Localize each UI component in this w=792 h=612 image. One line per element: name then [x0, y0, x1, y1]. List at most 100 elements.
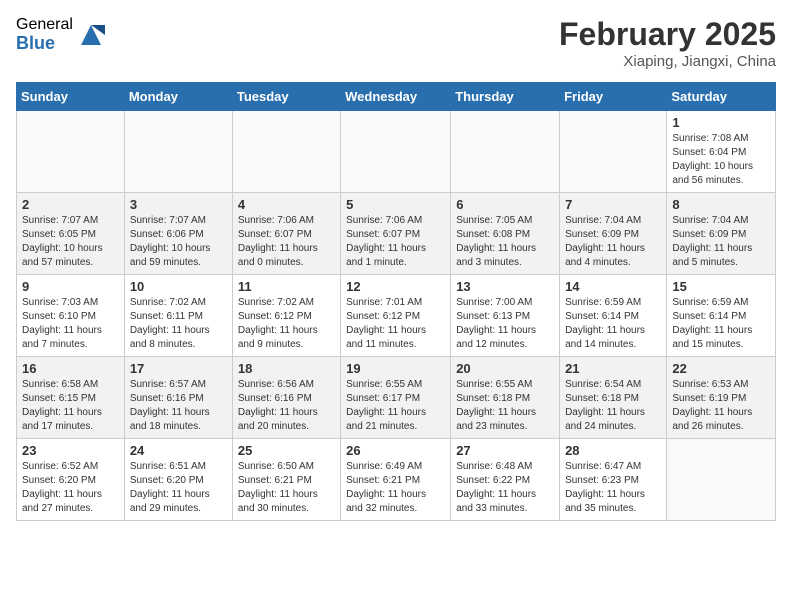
calendar-cell: 18Sunrise: 6:56 AMSunset: 6:16 PMDayligh…: [232, 357, 340, 439]
calendar-body: 1Sunrise: 7:08 AMSunset: 6:04 PMDaylight…: [17, 111, 776, 521]
day-number: 27: [456, 443, 554, 458]
day-number: 5: [346, 197, 445, 212]
day-number: 21: [565, 361, 661, 376]
calendar-cell: 1Sunrise: 7:08 AMSunset: 6:04 PMDaylight…: [667, 111, 776, 193]
day-info: Sunrise: 7:03 AMSunset: 6:10 PMDaylight:…: [22, 296, 119, 352]
day-info: Sunrise: 7:07 AMSunset: 6:06 PMDaylight:…: [130, 214, 227, 270]
page-header: General Blue February 2025 Xiaping, Jian…: [16, 16, 776, 70]
day-info: Sunrise: 6:53 AMSunset: 6:19 PMDaylight:…: [672, 378, 770, 434]
calendar-cell: 14 Sunrise: 6:59 AMSunset: 6:14 PMDayligh…: [560, 275, 667, 357]
day-info: Sunrise: 6:55 AMSunset: 6:17 PMDaylight:…: [346, 378, 445, 434]
weekday-header: Wednesday: [341, 83, 451, 111]
logo-general: General: [16, 16, 73, 34]
calendar-cell: 2 Sunrise: 7:07 AMSunset: 6:05 PMDaylight…: [17, 193, 125, 275]
day-number: 18: [238, 361, 335, 376]
calendar-header: SundayMondayTuesdayWednesdayThursdayFrid…: [17, 83, 776, 111]
calendar-cell: 3 Sunrise: 7:07 AMSunset: 6:06 PMDaylight…: [124, 193, 232, 275]
day-info: Sunrise: 6:58 AMSunset: 6:15 PMDaylight:…: [22, 378, 119, 434]
day-info: Sunrise: 7:06 AMSunset: 6:07 PMDaylight:…: [346, 214, 445, 270]
calendar-cell: [17, 111, 125, 193]
calendar-cell: 17Sunrise: 6:57 AMSunset: 6:16 PMDayligh…: [124, 357, 232, 439]
calendar-cell: 13 Sunrise: 7:00 AMSunset: 6:13 PMDayligh…: [451, 275, 560, 357]
calendar-cell: 27 Sunrise: 6:48 AMSunset: 6:22 PMDayligh…: [451, 439, 560, 521]
calendar-cell: 24 Sunrise: 6:51 AMSunset: 6:20 PMDayligh…: [124, 439, 232, 521]
day-info: Sunrise: 7:07 AMSunset: 6:05 PMDaylight:…: [22, 214, 119, 270]
day-number: 20: [456, 361, 554, 376]
day-number: 10: [130, 279, 227, 294]
weekday-header: Saturday: [667, 83, 776, 111]
calendar-cell: 22 Sunrise: 6:53 AMSunset: 6:19 PMDayligh…: [667, 357, 776, 439]
calendar-cell: 11 Sunrise: 7:02 AMSunset: 6:12 PMDayligh…: [232, 275, 340, 357]
calendar-cell: 16 Sunrise: 6:58 AMSunset: 6:15 PMDayligh…: [17, 357, 125, 439]
day-info: Sunrise: 7:05 AMSunset: 6:08 PMDaylight:…: [456, 214, 554, 270]
weekday-header: Sunday: [17, 83, 125, 111]
calendar-cell: [232, 111, 340, 193]
day-info: Sunrise: 6:54 AMSunset: 6:18 PMDaylight:…: [565, 378, 661, 434]
day-number: 26: [346, 443, 445, 458]
day-info: Sunrise: 7:00 AMSunset: 6:13 PMDaylight:…: [456, 296, 554, 352]
calendar-week-row: 1Sunrise: 7:08 AMSunset: 6:04 PMDaylight…: [17, 111, 776, 193]
weekday-header: Tuesday: [232, 83, 340, 111]
calendar-cell: 5 Sunrise: 7:06 AMSunset: 6:07 PMDaylight…: [341, 193, 451, 275]
calendar-cell: [451, 111, 560, 193]
calendar-cell: 19 Sunrise: 6:55 AMSunset: 6:17 PMDayligh…: [341, 357, 451, 439]
calendar-cell: 20 Sunrise: 6:55 AMSunset: 6:18 PMDayligh…: [451, 357, 560, 439]
logo-blue: Blue: [16, 34, 73, 54]
day-number: 14: [565, 279, 661, 294]
day-info: Sunrise: 6:52 AMSunset: 6:20 PMDaylight:…: [22, 460, 119, 516]
calendar-cell: 26 Sunrise: 6:49 AMSunset: 6:21 PMDayligh…: [341, 439, 451, 521]
calendar-cell: 7 Sunrise: 7:04 AMSunset: 6:09 PMDaylight…: [560, 193, 667, 275]
day-number: 13: [456, 279, 554, 294]
day-info: Sunrise: 7:01 AMSunset: 6:12 PMDaylight:…: [346, 296, 445, 352]
calendar-cell: 23 Sunrise: 6:52 AMSunset: 6:20 PMDayligh…: [17, 439, 125, 521]
calendar-cell: [124, 111, 232, 193]
calendar-cell: [560, 111, 667, 193]
calendar-cell: 25Sunrise: 6:50 AMSunset: 6:21 PMDayligh…: [232, 439, 340, 521]
day-number: 12: [346, 279, 445, 294]
day-number: 2: [22, 197, 119, 212]
calendar-cell: 8Sunrise: 7:04 AMSunset: 6:09 PMDaylight…: [667, 193, 776, 275]
weekday-header: Thursday: [451, 83, 560, 111]
day-info: Sunrise: 6:51 AMSunset: 6:20 PMDaylight:…: [130, 460, 227, 516]
day-number: 16: [22, 361, 119, 376]
day-info: Sunrise: 6:49 AMSunset: 6:21 PMDaylight:…: [346, 460, 445, 516]
day-info: Sunrise: 7:04 AMSunset: 6:09 PMDaylight:…: [565, 214, 661, 270]
calendar-cell: 6 Sunrise: 7:05 AMSunset: 6:08 PMDaylight…: [451, 193, 560, 275]
weekday-row: SundayMondayTuesdayWednesdayThursdayFrid…: [17, 83, 776, 111]
calendar-cell: 9Sunrise: 7:03 AMSunset: 6:10 PMDaylight…: [17, 275, 125, 357]
day-number: 7: [565, 197, 661, 212]
calendar-cell: 21 Sunrise: 6:54 AMSunset: 6:18 PMDayligh…: [560, 357, 667, 439]
calendar-week-row: 16 Sunrise: 6:58 AMSunset: 6:15 PMDayligh…: [17, 357, 776, 439]
logo-text: General Blue: [16, 16, 73, 53]
day-number: 1: [672, 115, 770, 130]
calendar-cell: 10 Sunrise: 7:02 AMSunset: 6:11 PMDayligh…: [124, 275, 232, 357]
day-number: 17: [130, 361, 227, 376]
day-info: Sunrise: 6:59 AMSunset: 6:14 PMDaylight:…: [672, 296, 770, 352]
calendar-week-row: 23 Sunrise: 6:52 AMSunset: 6:20 PMDayligh…: [17, 439, 776, 521]
day-number: 22: [672, 361, 770, 376]
day-number: 6: [456, 197, 554, 212]
calendar-week-row: 9Sunrise: 7:03 AMSunset: 6:10 PMDaylight…: [17, 275, 776, 357]
calendar-cell: 4Sunrise: 7:06 AMSunset: 6:07 PMDaylight…: [232, 193, 340, 275]
day-info: Sunrise: 7:02 AMSunset: 6:12 PMDaylight:…: [238, 296, 335, 352]
day-number: 3: [130, 197, 227, 212]
calendar-cell: 15 Sunrise: 6:59 AMSunset: 6:14 PMDayligh…: [667, 275, 776, 357]
calendar-title: February 2025: [559, 16, 776, 53]
day-number: 19: [346, 361, 445, 376]
day-number: 23: [22, 443, 119, 458]
day-number: 28: [565, 443, 661, 458]
day-number: 24: [130, 443, 227, 458]
day-info: Sunrise: 7:06 AMSunset: 6:07 PMDaylight:…: [238, 214, 335, 270]
day-number: 25: [238, 443, 335, 458]
calendar-location: Xiaping, Jiangxi, China: [559, 53, 776, 70]
day-number: 15: [672, 279, 770, 294]
logo: General Blue: [16, 16, 105, 53]
calendar-cell: [341, 111, 451, 193]
day-number: 11: [238, 279, 335, 294]
day-info: Sunrise: 6:48 AMSunset: 6:22 PMDaylight:…: [456, 460, 554, 516]
day-info: Sunrise: 6:59 AMSunset: 6:14 PMDaylight:…: [565, 296, 661, 352]
day-info: Sunrise: 7:02 AMSunset: 6:11 PMDaylight:…: [130, 296, 227, 352]
weekday-header: Friday: [560, 83, 667, 111]
weekday-header: Monday: [124, 83, 232, 111]
day-info: Sunrise: 6:55 AMSunset: 6:18 PMDaylight:…: [456, 378, 554, 434]
